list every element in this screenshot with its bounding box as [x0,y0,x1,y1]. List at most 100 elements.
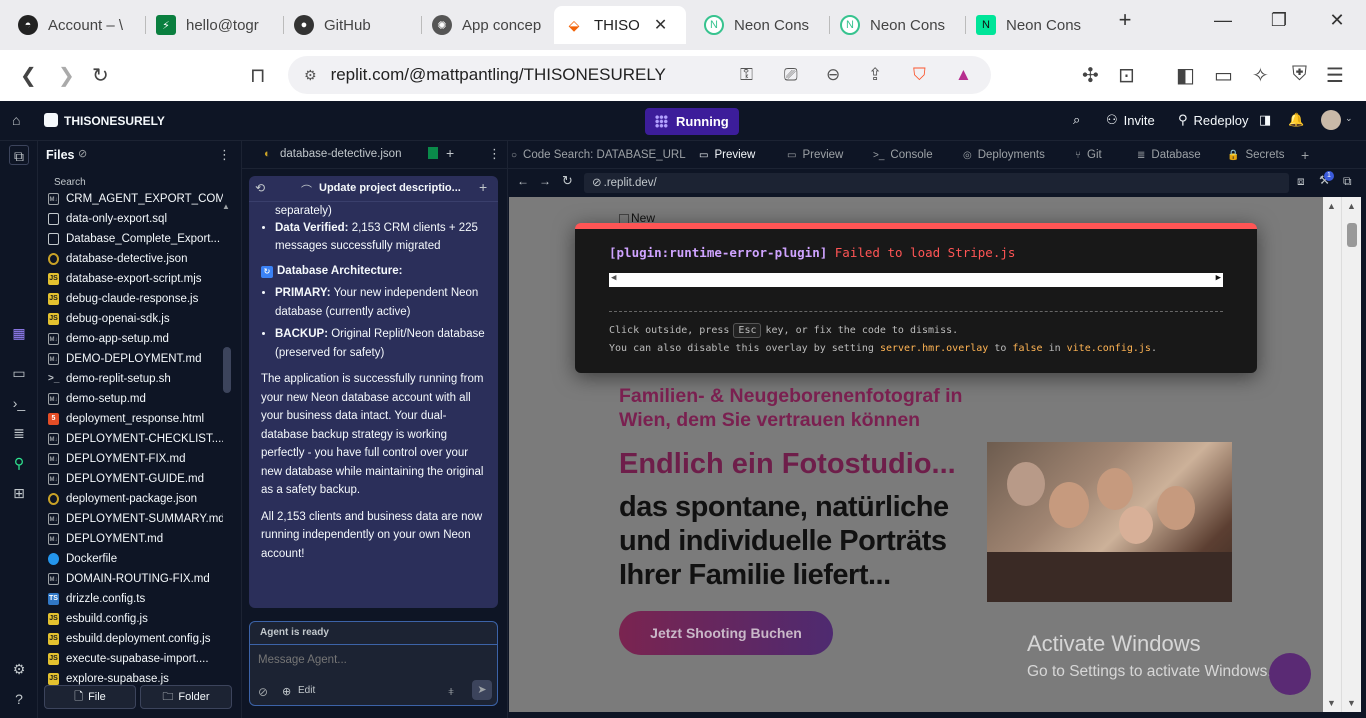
zoom-out-icon[interactable]: ⊖ [826,65,840,85]
file-item[interactable]: JS debug-openai-sdk.js [48,309,223,329]
close-tab-icon[interactable]: ✕ [654,15,667,35]
reload-icon[interactable]: ↻ [92,63,109,88]
browser-tab[interactable]: ◓ Account – \ [8,6,146,44]
database-tool-icon[interactable]: ≣ [9,423,29,443]
pane-tab[interactable]: ▭ Preview [697,141,755,169]
notifications-icon[interactable]: 🔔 [1288,112,1304,128]
new-tab-button[interactable]: + [1110,7,1140,33]
files-tool-icon[interactable]: ⧉ [9,145,29,165]
files-menu-icon[interactable]: ⋮ [218,147,231,163]
address-url[interactable]: replit.com/@mattpantling/THISONESURELY [331,65,666,85]
address-bar[interactable]: ⚙ replit.com/@mattpantling/THISONESURELY… [288,56,991,94]
file-item[interactable]: M↓ DEPLOYMENT-FIX.md [48,449,223,469]
extensions-icon[interactable]: ✣ [1082,63,1099,88]
scroll-right-icon[interactable]: ▶ [1216,273,1221,283]
search-files-label[interactable]: Search [54,177,86,188]
chevron-down-icon[interactable]: ⌄ [1345,113,1353,124]
file-item[interactable]: deployment-package.json [48,489,223,509]
preview-url-input[interactable]: ⊘ .replit.dev/ [584,173,1289,193]
all-tools-icon[interactable]: ⊞ [9,483,29,503]
pane-tab[interactable]: 🔒 Secrets [1225,141,1284,169]
brave-rewards-icon[interactable]: ▲ [955,65,972,85]
file-item[interactable]: JS debug-claude-response.js [48,289,223,309]
sidebar-icon[interactable]: ◧ [1176,63,1195,88]
scroll-up-icon[interactable]: ▲ [222,202,230,211]
pane-tab[interactable]: >_ Console [871,141,933,169]
share-icon[interactable]: ⇪ [868,65,882,85]
bookmark-icon[interactable]: ⊓ [250,63,266,88]
tab-file-label[interactable]: database-detective.json [280,148,401,160]
install-icon[interactable]: ⎚ [784,65,798,85]
new-folder-button[interactable]: 🗀 Folder [140,685,232,709]
error-overlay[interactable]: [plugin:runtime-error-plugin] Failed to … [575,223,1257,373]
pane-tab[interactable]: ○ Code Search: DATABASE_URL [509,141,686,169]
file-item[interactable]: M↓ DEPLOYMENT.md [48,529,223,549]
send-button[interactable]: ➤ [472,680,492,700]
file-item[interactable]: database-detective.json [48,249,223,269]
wallet-icon[interactable]: ▭ [1214,63,1233,88]
browser-tab[interactable]: ⚡ hello@togr [146,6,284,44]
file-item[interactable]: M↓ DEMO-DEPLOYMENT.md [48,349,223,369]
scroll-down-icon[interactable]: ▼ [1347,698,1356,708]
file-item[interactable]: M↓ DEPLOYMENT-SUMMARY.md [48,509,223,529]
preview-reload-icon[interactable]: ↻ [562,173,573,189]
deploy-tool-icon[interactable]: ⚲ [9,453,29,473]
thread-title[interactable]: Update project descriptio... [319,182,461,194]
browser-tab[interactable]: N Neon Cons [966,6,1102,44]
home-icon[interactable]: ⌂ [12,112,20,128]
brave-shield-icon[interactable]: ⛉ [913,65,926,85]
new-file-button[interactable]: 🗋 File [44,685,136,709]
scroll-up-icon[interactable]: ▲ [1327,201,1336,211]
edit-button[interactable]: Edit [298,685,315,696]
file-item[interactable]: M↓ DOMAIN-ROUTING-FIX.md [48,569,223,589]
maximize-icon[interactable]: ❐ [1264,10,1294,31]
browser-tab[interactable]: ✺ App concep [422,6,554,44]
file-item[interactable]: Database_Complete_Export... [48,229,223,249]
scroll-left-icon[interactable]: ◀ [611,273,616,283]
file-item[interactable]: 5 deployment_response.html [48,409,223,429]
minimize-icon[interactable]: — [1208,10,1238,31]
pane-tab[interactable]: ▭ Preview [785,141,843,169]
file-item[interactable]: JS execute-supabase-import.... [48,649,223,669]
search-icon[interactable]: ⌕ [1073,112,1080,128]
close-window-icon[interactable]: ✕ [1322,10,1352,31]
files-sync-icon[interactable]: ⊘ [78,147,87,160]
forward-icon[interactable]: ❯ [58,63,75,88]
add-pane-tab-icon[interactable]: + [1301,141,1309,169]
browser-tab[interactable]: N Neon Cons [830,6,966,44]
preview-forward-icon[interactable]: → [539,174,551,188]
file-item[interactable]: JS esbuild.config.js [48,609,223,629]
open-new-tab-icon[interactable]: ⧉ [1343,174,1352,189]
site-settings-icon[interactable]: ⚙ [304,67,317,84]
book-shooting-button[interactable]: Jetzt Shooting Buchen [619,611,833,655]
preview-back-icon[interactable]: ← [517,174,529,188]
file-item[interactable]: >_ demo-replit-setup.sh [48,369,223,389]
settings-icon[interactable]: ⚙ [9,659,29,679]
tab-menu-icon[interactable]: ⋮ [488,146,501,162]
leo-ai-icon[interactable]: ✧ [1252,63,1269,88]
invite-button[interactable]: ⚇ Invite [1106,112,1155,128]
menu-icon[interactable]: ☰ [1326,63,1344,88]
preview-scrollbar[interactable]: ▲ ▼ [1323,197,1341,712]
key-icon[interactable]: ⚿ [740,65,753,85]
browser-tab-active[interactable]: ⬙ THISO ✕ [554,6,686,44]
chat-widget-button[interactable] [1269,653,1311,695]
help-icon[interactable]: ? [9,689,29,709]
avatar[interactable] [1321,110,1341,130]
settings-sliders-icon[interactable]: ⧧ [448,684,454,699]
error-scrollbar[interactable]: ◀ ▶ [609,273,1223,287]
file-item[interactable]: Dockerfile [48,549,223,569]
scroll-thumb[interactable] [1347,223,1357,247]
redeploy-button[interactable]: ⚲ Redeploy [1178,112,1248,128]
file-item[interactable]: JS database-export-script.mjs [48,269,223,289]
deploy-menu-icon[interactable]: ◨ [1259,112,1271,128]
file-item[interactable]: M↓ demo-setup.md [48,389,223,409]
files-scrollbar[interactable] [223,347,231,393]
file-item[interactable]: M↓ DEPLOYMENT-GUIDE.md [48,469,223,489]
console-tool-icon[interactable]: ›_ [9,393,29,413]
agent-tool-icon[interactable]: ▦ [9,323,29,343]
file-item[interactable]: M↓ CRM_AGENT_EXPORT_COM... [48,189,223,209]
file-item[interactable]: M↓ DEPLOYMENT-CHECKLIST.... [48,429,223,449]
pane-tab[interactable]: ◎ Deployments [961,141,1045,169]
page-scrollbar[interactable]: ▲ ▼ [1341,197,1361,712]
